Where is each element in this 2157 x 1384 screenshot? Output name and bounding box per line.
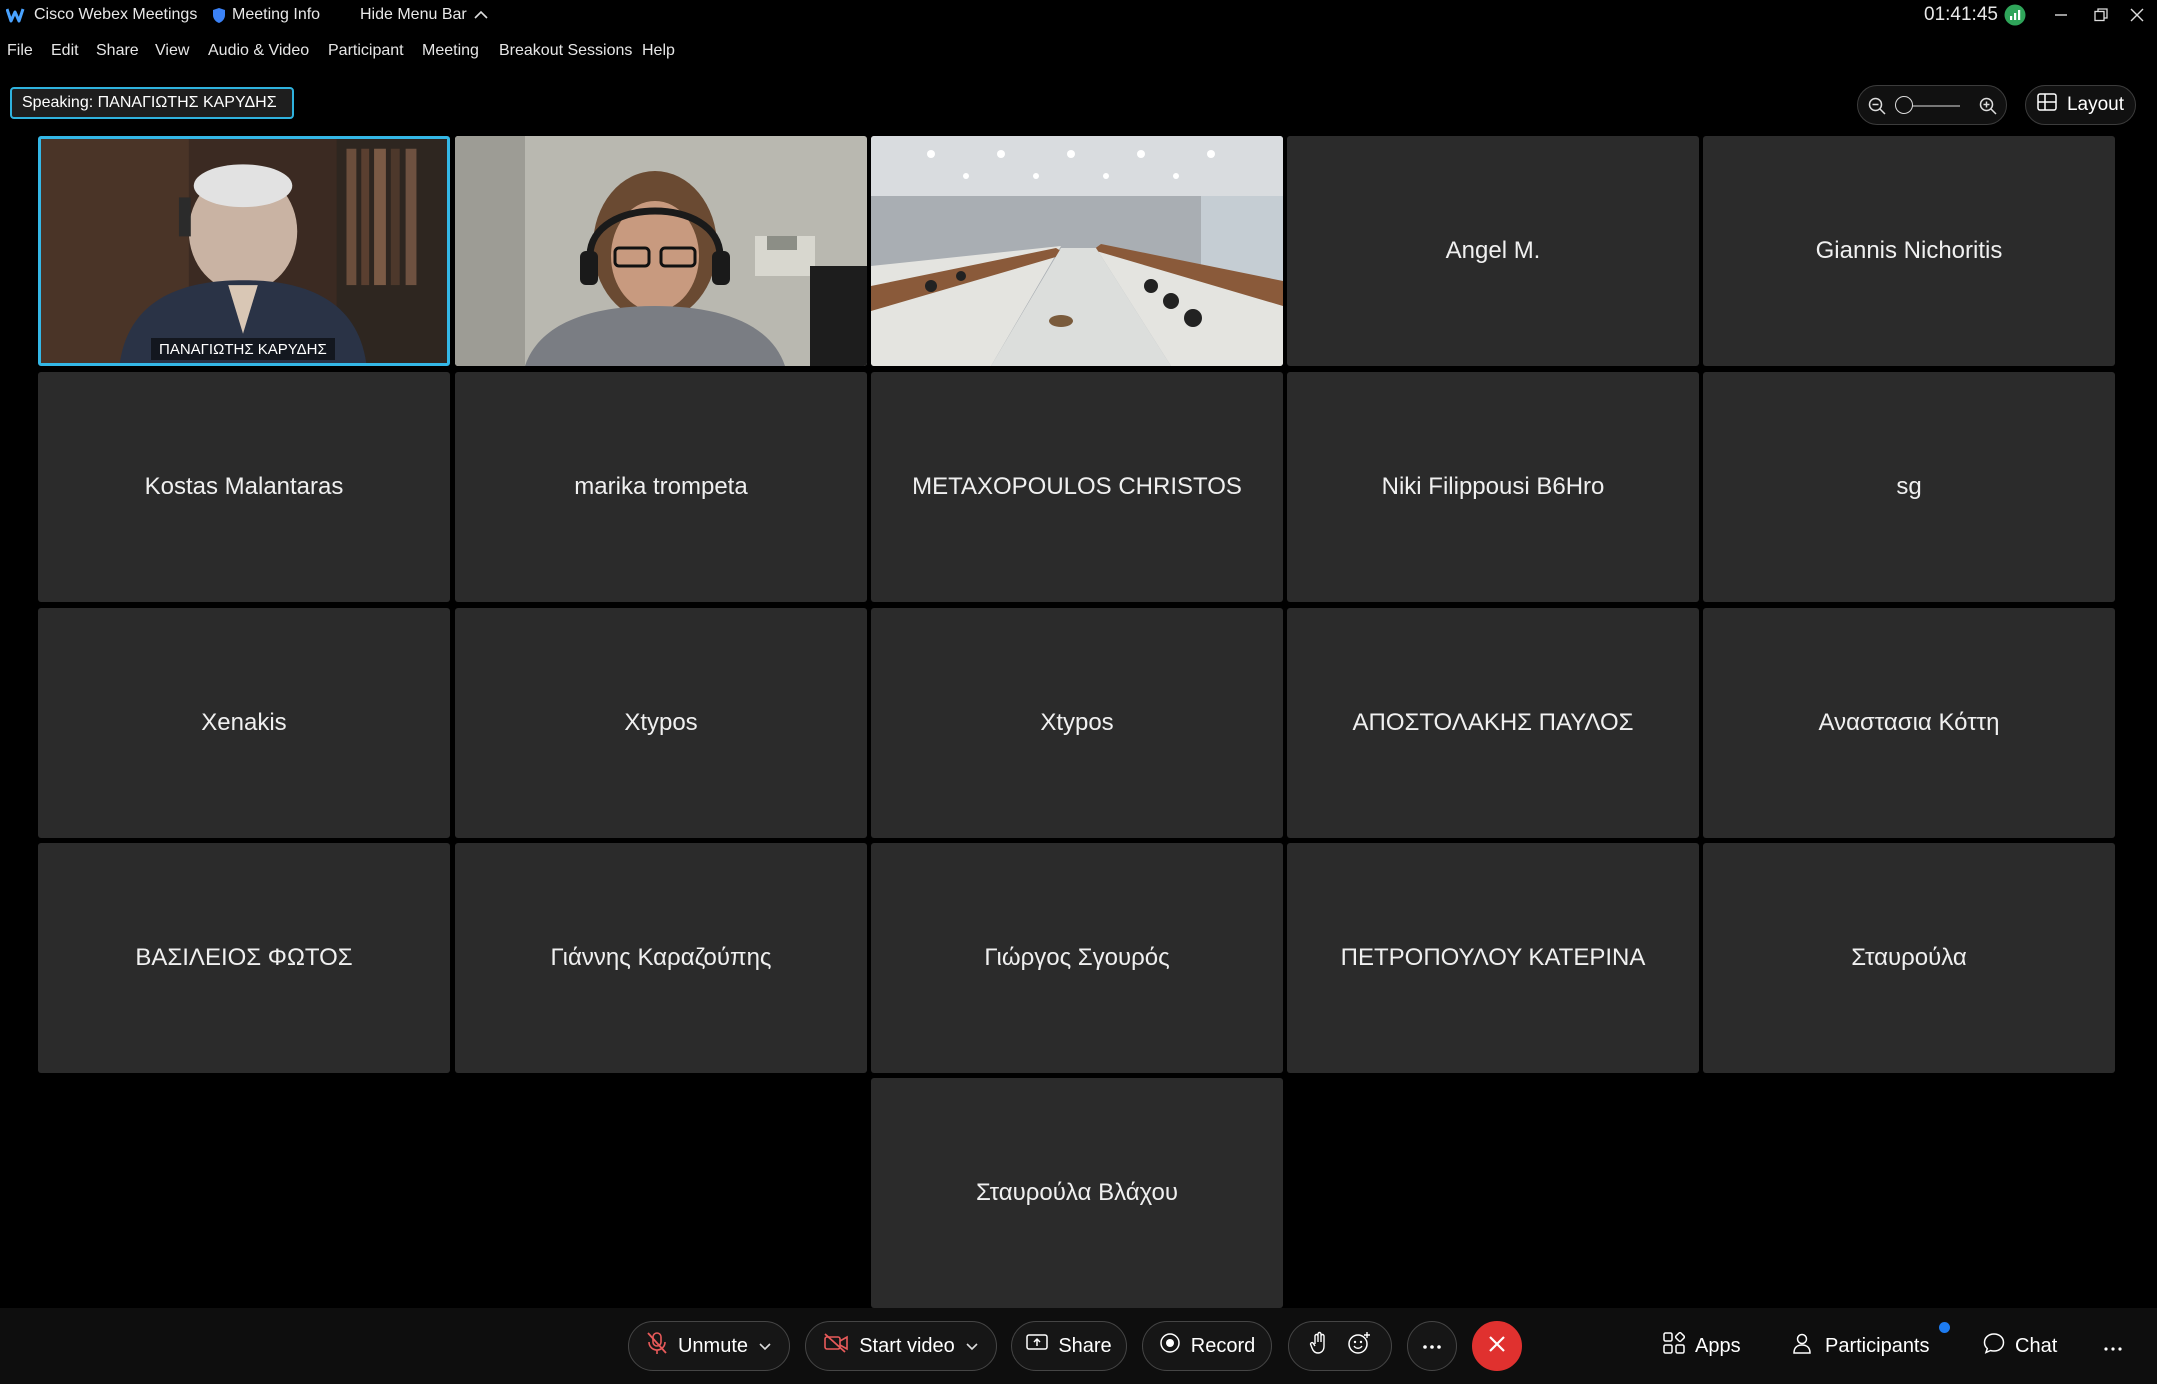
participant-tile[interactable]: sg [1703, 372, 2115, 602]
participant-tile[interactable]: ΠΕΤΡΟΠΟΥΛΟΥ ΚΑΤΕΡΙΝΑ [1287, 843, 1699, 1073]
apps-label: Apps [1695, 1334, 1741, 1357]
menu-edit[interactable]: Edit [51, 42, 79, 60]
menu-view[interactable]: View [155, 42, 189, 60]
chevron-down-icon[interactable] [758, 1335, 772, 1358]
participant-tile-active-speaker[interactable]: ΠΑΝΑΓΙΩΤΗΣ ΚΑΡΥΔΗΣ [38, 136, 450, 366]
participant-video-feed [41, 139, 447, 363]
participants-notification-dot [1939, 1322, 1950, 1333]
apps-icon [1663, 1331, 1686, 1360]
menu-file[interactable]: File [7, 42, 33, 60]
close-window-icon[interactable] [2122, 2, 2152, 28]
zoom-out-icon[interactable] [1867, 96, 1887, 121]
participant-tile[interactable]: Xtypos [871, 608, 1283, 838]
speaking-name: ΠΑΝΑΓΙΩΤΗΣ ΚΑΡΥΔΗΣ [97, 94, 277, 111]
participant-video-feed [871, 136, 1283, 366]
participant-tile[interactable]: METAXOPOULOS CHRISTOS [871, 372, 1283, 602]
microphone-muted-icon [646, 1331, 668, 1361]
record-button[interactable]: Record [1142, 1321, 1272, 1371]
reactions-group [1288, 1321, 1392, 1371]
layout-label: Layout [2066, 94, 2125, 115]
zoom-control [1857, 85, 2007, 125]
participant-tile[interactable]: Γιώργος Σγουρός [871, 843, 1283, 1073]
start-video-button[interactable]: Start video [805, 1321, 997, 1371]
app-title-text: Cisco Webex Meetings [34, 6, 198, 23]
participant-video-tile[interactable] [871, 136, 1283, 366]
restore-window-icon[interactable] [2086, 2, 2116, 28]
participant-tile[interactable]: Xenakis [38, 608, 450, 838]
hide-menu-bar-label: Hide Menu Bar [360, 6, 467, 23]
more-horizontal-icon [1422, 1337, 1442, 1355]
webex-logo-icon [6, 6, 28, 24]
meeting-controls-bar: Unmute Start video Share Record Apps Par… [0, 1308, 2157, 1384]
meeting-info-button[interactable]: Meeting Info [212, 6, 320, 24]
participants-icon [1793, 1332, 1815, 1360]
participant-tile[interactable]: Αναστασια Κόττη [1703, 608, 2115, 838]
menu-breakout-sessions[interactable]: Breakout Sessions [499, 42, 632, 60]
chevron-up-icon [473, 10, 489, 20]
menu-share[interactable]: Share [96, 42, 139, 60]
unmute-button[interactable]: Unmute [628, 1321, 790, 1371]
participant-tile[interactable]: Xtypos [455, 608, 867, 838]
share-label: Share [1058, 1334, 1112, 1357]
hide-menu-bar-button[interactable]: Hide Menu Bar [360, 6, 489, 24]
participants-label: Participants [1825, 1334, 1930, 1357]
more-panels-button[interactable] [2103, 1321, 2123, 1371]
apps-button[interactable]: Apps [1663, 1321, 1741, 1371]
emoji-reaction-icon[interactable] [1347, 1331, 1371, 1361]
participant-tile[interactable]: Kostas Malantaras [38, 372, 450, 602]
close-icon [1488, 1335, 1506, 1358]
participant-video-feed [455, 136, 867, 366]
meeting-clock: 01:41:45 [1924, 4, 1998, 25]
menu-audio-video[interactable]: Audio & Video [208, 42, 309, 60]
app-title: Cisco Webex Meetings [6, 6, 197, 24]
raise-hand-icon[interactable] [1309, 1331, 1329, 1361]
zoom-slider-handle[interactable] [1895, 96, 1913, 114]
network-signal-icon[interactable] [2004, 4, 2026, 26]
minimize-window-icon[interactable] [2046, 2, 2076, 28]
menu-participant[interactable]: Participant [328, 42, 404, 60]
participant-tile[interactable]: Γιάννης Καραζούπης [455, 843, 867, 1073]
participant-name-caption: ΠΑΝΑΓΙΩΤΗΣ ΚΑΡΥΔΗΣ [151, 338, 335, 360]
meeting-info-label: Meeting Info [232, 6, 321, 23]
title-bar: Cisco Webex Meetings Meeting Info Hide M… [0, 0, 2157, 34]
share-screen-icon [1026, 1333, 1049, 1359]
menu-help[interactable]: Help [642, 42, 675, 60]
chat-button[interactable]: Chat [1983, 1321, 2057, 1371]
chat-label: Chat [2015, 1334, 2058, 1357]
chat-icon [1983, 1332, 2005, 1360]
camera-off-icon [823, 1333, 849, 1359]
chevron-down-icon[interactable] [965, 1335, 979, 1358]
grid-layout-icon [2037, 93, 2057, 117]
zoom-in-icon[interactable] [1978, 96, 1998, 121]
participants-button[interactable]: Participants [1793, 1321, 1930, 1371]
share-button[interactable]: Share [1011, 1321, 1127, 1371]
shield-icon [212, 7, 226, 24]
leave-meeting-button[interactable] [1472, 1321, 1522, 1371]
more-options-button[interactable] [1407, 1321, 1457, 1371]
more-horizontal-icon [2103, 1335, 2123, 1358]
layout-button[interactable]: Layout [2025, 85, 2136, 125]
participant-tile[interactable]: Σταυρούλα [1703, 843, 2115, 1073]
participant-tile[interactable]: ΑΠΟΣΤΟΛΑΚΗΣ ΠΑΥΛΟΣ [1287, 608, 1699, 838]
participant-tile[interactable]: ΒΑΣΙΛΕΙΟΣ ΦΩΤΟΣ [38, 843, 450, 1073]
unmute-label: Unmute [677, 1334, 749, 1357]
participant-tile[interactable]: Angel M. [1287, 136, 1699, 366]
menu-bar: File Edit Share View Audio & Video Parti… [0, 40, 2157, 66]
record-icon [1159, 1332, 1181, 1360]
participant-tile[interactable]: marika trompeta [455, 372, 867, 602]
speaking-label: Speaking: [22, 94, 94, 111]
speaking-indicator: Speaking: ΠΑΝΑΓΙΩΤΗΣ ΚΑΡΥΔΗΣ [10, 87, 294, 119]
participant-video-tile[interactable] [455, 136, 867, 366]
record-label: Record [1190, 1334, 1256, 1357]
start-video-label: Start video [859, 1334, 955, 1357]
participant-tile[interactable]: Niki Filippousi B6Hro [1287, 372, 1699, 602]
participant-tile[interactable]: Σταυρούλα Βλάχου [871, 1078, 1283, 1308]
participant-tile[interactable]: Giannis Nichoritis [1703, 136, 2115, 366]
menu-meeting[interactable]: Meeting [422, 42, 479, 60]
